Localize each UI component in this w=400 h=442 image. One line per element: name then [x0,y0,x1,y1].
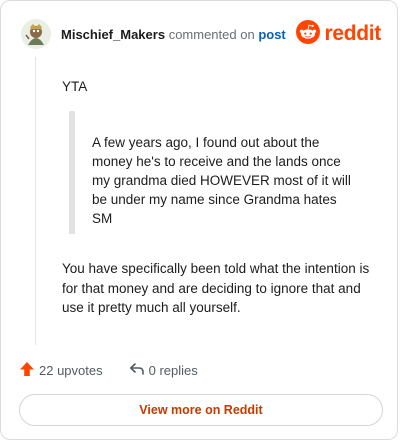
comment-body: YTA [62,77,380,96]
reddit-snoo-icon [296,19,321,49]
upvote-count: 22 upvotes [39,362,103,378]
byline: Mischief_Makers commented on post [61,27,296,42]
comment-header: Mischief_Makers commented on post reddit [21,17,381,51]
view-more-button[interactable]: View more on Reddit [19,394,383,426]
upvote-button[interactable]: 22 upvotes [19,361,103,380]
reply-arrow-icon [129,361,145,380]
reddit-wordmark: reddit [324,22,381,45]
reply-count: 0 replies [148,362,198,378]
post-link[interactable]: post [258,27,285,42]
comment-verdict: YTA [62,79,88,94]
thread-line [35,57,36,345]
reddit-logo[interactable]: reddit [296,19,381,49]
comment-actions: 22 upvotes 0 replies [19,360,198,380]
comment-paragraph: You have specifically been told what the… [62,261,370,315]
block-quote: A few years ago, I found out about the m… [69,111,354,234]
comment-embed-card: Mischief_Makers commented on post reddit [0,0,398,440]
username-link[interactable]: Mischief_Makers [61,27,165,42]
action-text: commented on [168,26,255,42]
replies-button[interactable]: 0 replies [129,361,198,380]
upvote-arrow-icon [19,361,35,380]
user-avatar[interactable] [21,19,51,49]
